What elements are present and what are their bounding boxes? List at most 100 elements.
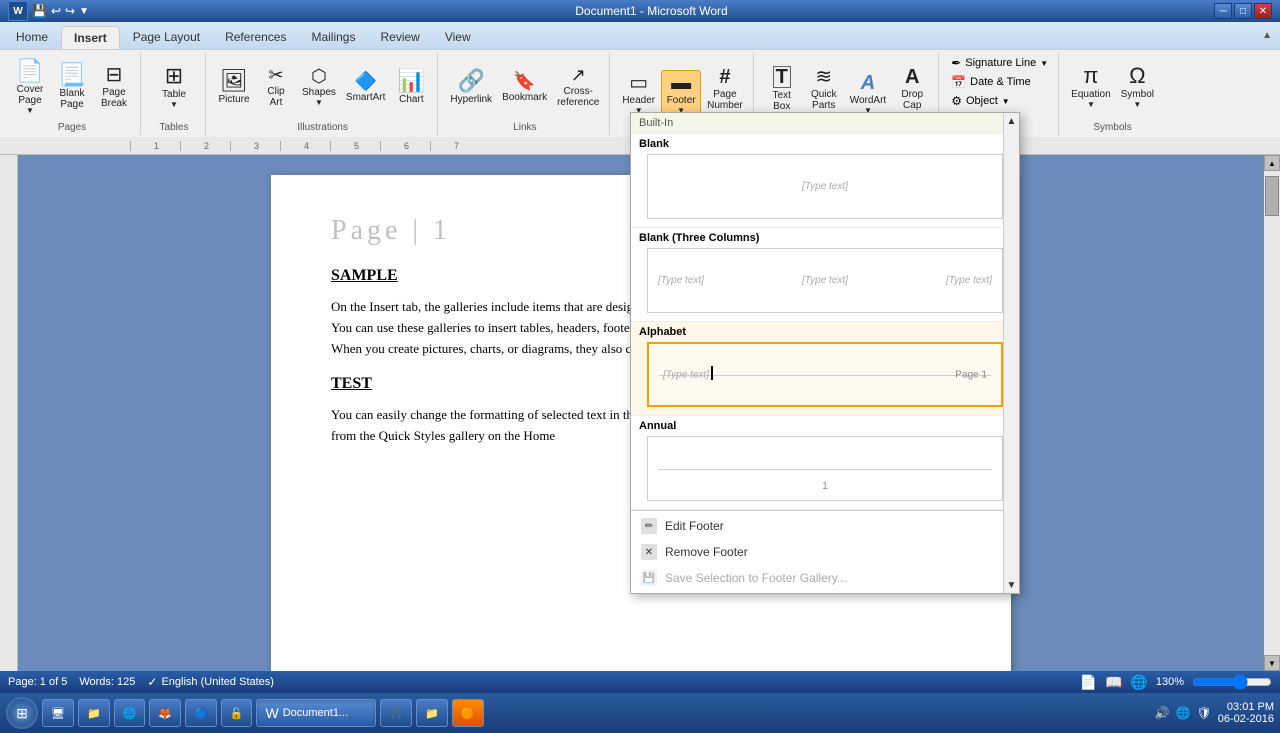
blank-three-cols-label: Blank (Three Columns) [639, 232, 1011, 244]
page-number-icon: # [719, 67, 730, 87]
ribbon-collapse[interactable]: ▲ [1254, 26, 1280, 49]
signature-icon: ✒ [951, 56, 961, 70]
blank-three-col-text-2: [Type text] [802, 275, 848, 286]
scroll-down-btn[interactable]: ▼ [1264, 655, 1280, 671]
blank-three-col-text-3: [Type text] [946, 275, 992, 286]
remove-footer-action[interactable]: ✕ Remove Footer [631, 539, 1019, 565]
smart-art-btn[interactable]: 🔷 SmartArt [342, 70, 389, 105]
scroll-up-btn[interactable]: ▲ [1264, 155, 1280, 171]
blank-page-btn[interactable]: 📃 BlankPage [52, 62, 92, 112]
remove-footer-label: Remove Footer [665, 545, 748, 559]
shapes-btn[interactable]: ⬡ Shapes ▼ [298, 65, 340, 109]
ruler-mark-4: 4 [280, 141, 330, 151]
taskbar-orange-btn[interactable]: 🟠 [452, 699, 484, 727]
symbol-btn[interactable]: Ω Symbol ▼ [1117, 63, 1158, 111]
signature-dropdown[interactable]: ▼ [1040, 59, 1048, 68]
system-tray: 🔊 🌐 🛡 03:01 PM 06-02-2016 [1155, 701, 1274, 725]
object-btn[interactable]: ⚙ Object ▼ [947, 92, 1013, 110]
dropdown-actions: ✏ Edit Footer ✕ Remove Footer 💾 Save Sel… [631, 510, 1019, 593]
view-web-icon[interactable]: 🌐 [1130, 674, 1147, 691]
tab-insert[interactable]: Insert [61, 26, 120, 49]
taskbar-vlc-btn[interactable]: 🎵 [380, 699, 412, 727]
start-button[interactable]: ⊞ [6, 697, 38, 729]
language-indicator[interactable]: ✓ English (United States) [147, 675, 274, 689]
symbol-dropdown[interactable]: ▼ [1133, 100, 1141, 109]
table-dropdown[interactable]: ▼ [170, 100, 178, 109]
tab-mailings[interactable]: Mailings [299, 26, 367, 49]
vertical-scrollbar[interactable]: ▲ ▼ [1264, 155, 1280, 671]
maximize-button[interactable]: □ [1234, 3, 1252, 19]
scroll-thumb[interactable] [1265, 176, 1279, 216]
bookmark-btn[interactable]: 🔖 Bookmark [498, 70, 551, 105]
status-bar: Page: 1 of 5 Words: 125 ✓ English (Unite… [0, 671, 1280, 693]
zoom-slider[interactable] [1192, 674, 1272, 690]
dropdown-scrollbar[interactable]: ▲ ▼ [1003, 113, 1019, 593]
picture-icon: 🖼 [220, 70, 248, 92]
illustrations-label: Illustrations [297, 120, 348, 133]
ribbon-tabs: Home Insert Page Layout References Maili… [0, 22, 1280, 49]
title-bar: W 💾 ↩ ↪ ▼ Document1 - Microsoft Word ─ □… [0, 0, 1280, 22]
view-print-icon[interactable]: 📄 [1080, 674, 1097, 691]
date-time-btn[interactable]: 📅 Date & Time [947, 73, 1034, 91]
cover-page-dropdown[interactable]: ▼ [26, 106, 34, 115]
hyperlink-btn[interactable]: 🔗 Hyperlink [446, 68, 496, 107]
windows-icon: ⊞ [16, 705, 28, 722]
tab-page-layout[interactable]: Page Layout [121, 26, 212, 49]
footer-alphabet-item[interactable]: Alphabet [Type text] Page 1 [631, 322, 1019, 416]
word-art-btn[interactable]: A WordArt ▼ [846, 71, 891, 117]
header-btn[interactable]: ▭ Header ▼ [618, 71, 659, 117]
taskbar-firefox-btn[interactable]: 🦊 [149, 699, 181, 727]
chart-btn[interactable]: 📊 Chart [391, 68, 431, 107]
equation-btn[interactable]: π Equation ▼ [1067, 63, 1114, 111]
annual-preview[interactable]: 1 [647, 436, 1003, 501]
scroll-track[interactable] [1264, 171, 1280, 655]
tab-home[interactable]: Home [4, 26, 60, 49]
cover-page-btn[interactable]: 📄 CoverPage ▼ [10, 58, 50, 117]
symbol-icon: Ω [1129, 65, 1145, 87]
edit-footer-icon: ✏ [641, 518, 657, 534]
alphabet-preview[interactable]: [Type text] Page 1 [647, 342, 1003, 407]
minimize-button[interactable]: ─ [1214, 3, 1232, 19]
tab-view[interactable]: View [433, 26, 483, 49]
taskbar-app1-btn[interactable]: 🔵 [185, 699, 217, 727]
blank-three-cols-preview[interactable]: [Type text] [Type text] [Type text] [647, 248, 1003, 313]
footer-annual-item[interactable]: Annual 1 [631, 416, 1019, 510]
dropdown-scroll-up[interactable]: ▲ [1004, 113, 1020, 129]
taskbar-explorer-btn[interactable]: 🖥 [42, 699, 74, 727]
tab-review[interactable]: Review [368, 26, 431, 49]
view-full-reading-icon[interactable]: 📖 [1105, 674, 1122, 691]
close-button[interactable]: ✕ [1254, 3, 1272, 19]
dropdown-scroll-down[interactable]: ▼ [1004, 577, 1020, 593]
taskbar-word-btn[interactable]: W Document1... [256, 699, 376, 727]
ruler-mark-7: 7 [430, 141, 480, 151]
quick-access-dropdown[interactable]: ▼ [79, 6, 89, 17]
taskbar: ⊞ 🖥 📁 🌐 🦊 🔵 🔓 W Document1... 🎵 📁 🟠 🔊 🌐 🛡… [0, 693, 1280, 733]
alphabet-preview-label: [Type text] [663, 369, 709, 380]
edit-footer-action[interactable]: ✏ Edit Footer [631, 513, 1019, 539]
taskbar-app2-btn[interactable]: 🔓 [221, 699, 253, 727]
quick-access-save[interactable]: 💾 [32, 4, 47, 18]
window-title: Document1 - Microsoft Word [89, 4, 1214, 18]
picture-btn[interactable]: 🖼 Picture [214, 68, 254, 107]
taskbar-ie-btn[interactable]: 🌐 [114, 699, 146, 727]
footer-blank-three-cols-item[interactable]: Blank (Three Columns) [Type text] [Type … [631, 228, 1019, 322]
page-break-btn[interactable]: ⊟ PageBreak [94, 63, 134, 111]
quick-access-undo[interactable]: ↩ [51, 4, 61, 18]
object-dropdown[interactable]: ▼ [1002, 97, 1010, 106]
clip-art-btn[interactable]: ✂ ClipArt [256, 64, 296, 110]
table-btn[interactable]: ⊞ Table ▼ [149, 63, 199, 111]
blank-page-icon: 📃 [58, 64, 85, 86]
quick-access-redo[interactable]: ↪ [65, 4, 75, 18]
shapes-dropdown[interactable]: ▼ [315, 98, 323, 107]
equation-dropdown[interactable]: ▼ [1087, 100, 1095, 109]
blank-preview[interactable]: [Type text] [647, 154, 1003, 219]
tab-references[interactable]: References [213, 26, 298, 49]
clock-time: 03:01 PM [1218, 701, 1274, 713]
taskbar-files-btn[interactable]: 📁 [416, 699, 448, 727]
footer-blank-item[interactable]: Blank [Type text] [631, 134, 1019, 228]
signature-line-btn[interactable]: ✒ Signature Line ▼ [947, 54, 1052, 72]
cross-ref-btn[interactable]: ↗ Cross-reference [553, 64, 603, 110]
word-icon: W [8, 1, 28, 21]
footer-btn[interactable]: ▬ Footer ▼ [661, 70, 701, 118]
taskbar-folder-btn[interactable]: 📁 [78, 699, 110, 727]
